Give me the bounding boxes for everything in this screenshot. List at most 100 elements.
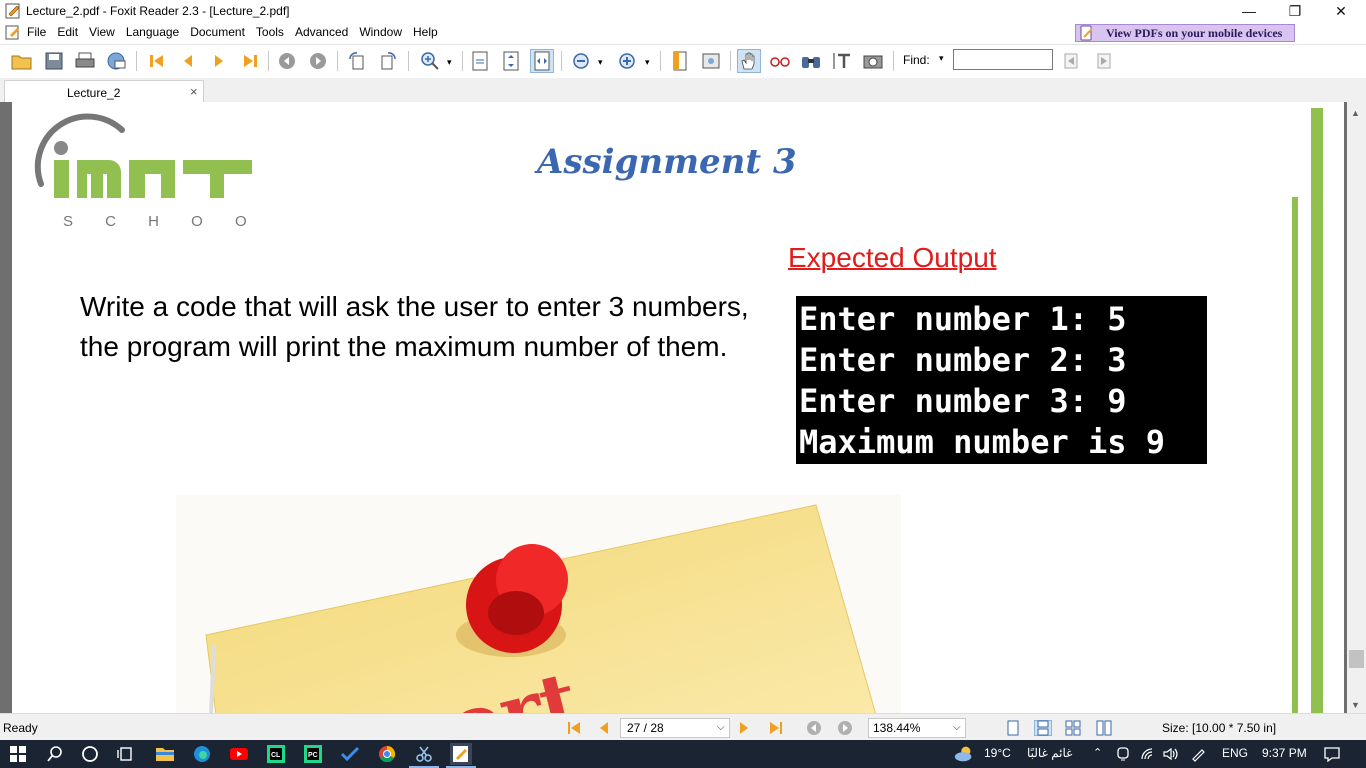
snapshot-button[interactable] (861, 49, 885, 73)
status-first-page-button[interactable] (565, 720, 583, 736)
text-select-button[interactable] (830, 49, 854, 73)
binoculars-icon (802, 57, 820, 68)
zoom-out-dropdown-icon[interactable]: ▾ (598, 57, 603, 68)
snipping-tool-button[interactable] (413, 743, 435, 765)
status-go-back-button[interactable] (805, 720, 823, 736)
search-button[interactable] (44, 743, 66, 765)
zoom-in-dropdown-icon[interactable]: ▾ (645, 57, 650, 68)
find-input[interactable] (953, 49, 1053, 70)
next-page-button[interactable] (207, 49, 231, 73)
weather-button[interactable] (953, 743, 975, 765)
email-button[interactable] (104, 49, 128, 73)
full-screen-button[interactable] (699, 49, 723, 73)
windows-start-button[interactable] (7, 743, 29, 765)
zoom-level-field[interactable]: 138.44% ⌵ (868, 718, 966, 738)
prev-page-button[interactable] (176, 49, 200, 73)
zoom-dropdown-icon[interactable]: ⌵ (953, 722, 961, 733)
open-button[interactable] (10, 49, 34, 73)
input-language[interactable]: ENG (1222, 746, 1248, 760)
chrome-button[interactable] (376, 743, 398, 765)
find-prev-button[interactable] (1060, 49, 1084, 73)
find-next-button[interactable] (1091, 49, 1115, 73)
close-button[interactable]: ✕ (1318, 0, 1364, 22)
fit-width-icon (534, 51, 550, 71)
save-button[interactable] (42, 49, 66, 73)
volume-button[interactable] (1160, 743, 1182, 765)
continuous-view-button[interactable] (1034, 720, 1052, 736)
zoom-dropdown-icon[interactable]: ▾ (447, 57, 452, 68)
rotate-right-button[interactable] (376, 49, 400, 73)
menu-tools[interactable]: Tools (256, 25, 284, 39)
facing-continuous-view-button[interactable] (1064, 720, 1082, 736)
status-next-page-button[interactable] (735, 720, 753, 736)
clion-button[interactable]: CL (265, 743, 287, 765)
go-forward-icon (310, 53, 326, 69)
rotate-left-button[interactable] (345, 49, 369, 73)
first-page-button[interactable] (145, 49, 169, 73)
minimize-button[interactable]: — (1226, 0, 1272, 22)
go-forward-button[interactable] (306, 49, 330, 73)
vertical-scrollbar[interactable]: ▲ ▼ (1347, 102, 1366, 713)
bookmark-button[interactable] (668, 49, 692, 73)
status-go-forward-button[interactable] (836, 720, 854, 736)
pycharm-button[interactable]: PC (302, 743, 324, 765)
find-prev-icon (1064, 53, 1078, 69)
scrollbar-thumb[interactable] (1349, 650, 1364, 668)
menu-window[interactable]: Window (359, 25, 402, 39)
menu-help[interactable]: Help (413, 25, 438, 39)
clock[interactable]: 9:37 PM (1262, 746, 1307, 760)
binoculars-button[interactable] (799, 49, 823, 73)
last-page-button[interactable] (238, 49, 262, 73)
document-tab-bar: Lecture_2 × (0, 78, 1366, 102)
document-menu-icon[interactable] (5, 24, 21, 40)
expected-output-label: Expected Output (788, 242, 997, 273)
menu-file[interactable]: File (27, 25, 46, 39)
menu-edit[interactable]: Edit (57, 25, 78, 39)
mobile-promo-banner[interactable]: View PDFs on your mobile devices (1075, 24, 1295, 42)
zoom-in-button[interactable] (615, 49, 639, 73)
pen-workspace-button[interactable] (1187, 743, 1209, 765)
scroll-up-icon[interactable]: ▲ (1351, 108, 1360, 118)
notification-center-button[interactable] (1321, 743, 1343, 765)
actual-size-button[interactable] (468, 49, 492, 73)
file-explorer-button[interactable] (154, 743, 176, 765)
fit-width-button[interactable] (530, 49, 554, 73)
youtube-button[interactable] (228, 743, 250, 765)
network-button[interactable] (1137, 743, 1159, 765)
page-number-field[interactable]: 27 / 28 ⌵ (620, 718, 730, 738)
menu-advanced[interactable]: Advanced (295, 25, 348, 39)
console-line: Maximum number is 9 (799, 423, 1166, 461)
facing-view-button[interactable] (1095, 720, 1113, 736)
tab-lecture-2[interactable]: Lecture_2 × (4, 80, 204, 102)
reading-glasses-button[interactable] (768, 49, 792, 73)
scroll-down-icon[interactable]: ▼ (1351, 700, 1360, 710)
hand-tool-button[interactable] (737, 49, 761, 73)
find-options-dropdown[interactable]: ▾ (939, 53, 944, 64)
imt-school-logo: S C H O O L (34, 113, 257, 230)
meet-now-button[interactable] (1112, 743, 1134, 765)
menu-view[interactable]: View (89, 25, 115, 39)
document-view[interactable]: S C H O O L Assignment 3 Expected Output… (0, 102, 1366, 713)
go-back-button[interactable] (275, 49, 299, 73)
cortana-button[interactable] (79, 743, 101, 765)
tab-close-icon[interactable]: × (190, 84, 198, 99)
todo-button[interactable] (339, 743, 361, 765)
page-dropdown-icon[interactable]: ⌵ (717, 722, 725, 733)
print-button[interactable] (73, 49, 97, 73)
menu-document[interactable]: Document (190, 25, 245, 39)
menu-language[interactable]: Language (126, 25, 179, 39)
status-last-page-button[interactable] (767, 720, 785, 736)
facing-pages-icon (1096, 720, 1112, 736)
task-view-button[interactable] (114, 743, 136, 765)
meet-now-icon (1117, 747, 1129, 761)
zoom-out-button[interactable] (569, 49, 593, 73)
find-next-icon (1097, 53, 1111, 69)
zoom-tool-button[interactable] (418, 49, 442, 73)
foxit-taskbar-button[interactable] (450, 743, 472, 765)
edge-button[interactable] (191, 743, 213, 765)
restore-button[interactable]: ❐ (1272, 0, 1318, 22)
status-prev-page-button[interactable] (595, 720, 613, 736)
fit-page-button[interactable] (499, 49, 523, 73)
single-page-view-button[interactable] (1004, 720, 1022, 736)
chevron-up-icon[interactable]: ⌃ (1093, 746, 1102, 759)
